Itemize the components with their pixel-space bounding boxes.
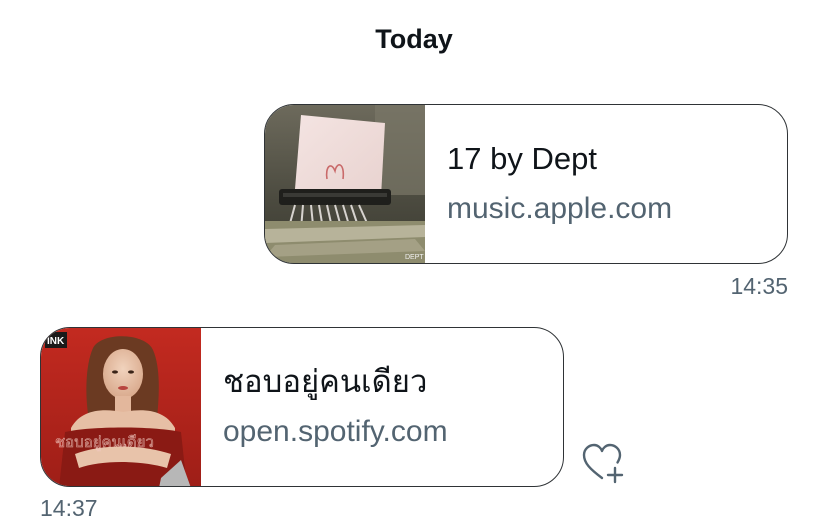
link-card-spotify[interactable]: ชอบอยู่คนเดียว INK ชอบอยู่คนเดียว open.s… <box>40 327 564 487</box>
link-card-domain: music.apple.com <box>447 192 673 225</box>
link-card-domain: open.spotify.com <box>223 415 448 448</box>
link-card-title: ชอบอยู่คนเดียว <box>223 364 428 399</box>
album-art-portrait-image: ชอบอยู่คนเดียว INK <box>41 328 201 486</box>
message-timestamp: 14:35 <box>730 273 788 299</box>
date-divider: Today <box>375 24 453 54</box>
link-card-apple-music[interactable]: DEPT 17 by Dept music.apple.com <box>264 104 788 264</box>
heart-plus-icon[interactable] <box>580 440 626 486</box>
svg-text:INK: INK <box>47 336 65 347</box>
link-card-title: 17 by Dept <box>447 141 597 176</box>
message-timestamp: 14:37 <box>40 495 98 521</box>
svg-text:ชอบอยู่คนเดียว: ชอบอยู่คนเดียว <box>55 433 154 451</box>
link-card-text: 17 by Dept music.apple.com <box>425 105 672 263</box>
album-art-paper-shredder-image: DEPT <box>265 105 425 263</box>
link-card-text: ชอบอยู่คนเดียว open.spotify.com <box>201 328 448 486</box>
svg-text:DEPT: DEPT <box>405 254 424 261</box>
